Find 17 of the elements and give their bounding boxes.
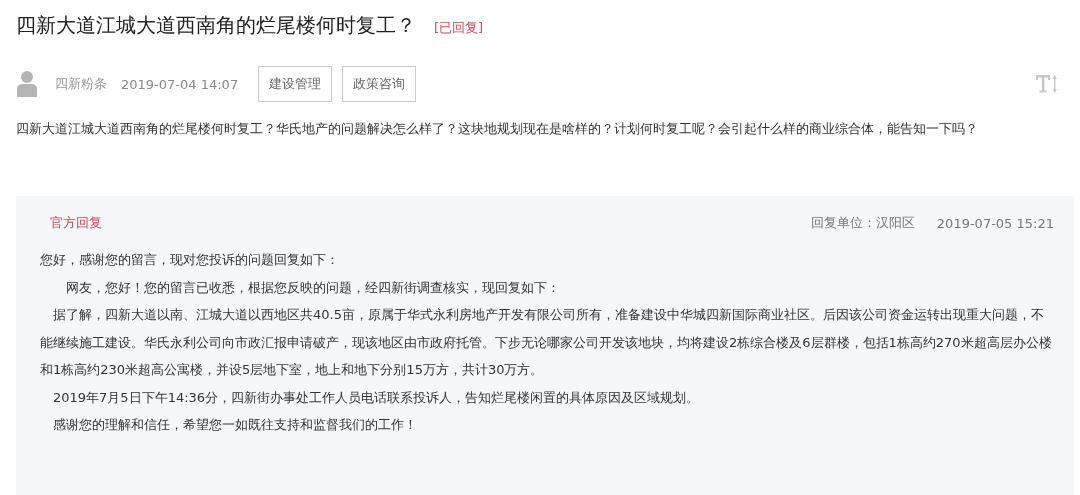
font-size-icon[interactable]: [1036, 74, 1058, 94]
reply-unit: 回复单位：汉阳区: [810, 214, 915, 232]
reply-paragraph: 感谢您的理解和信任，希望您一如既往支持和监督我们的工作！: [52, 416, 418, 434]
author-name: 四新粉条: [55, 75, 107, 93]
post-time: 2019-07-04 14:07: [121, 76, 239, 92]
reply-paragraph: 2019年7月5日下午14:36分，四新街办事处工作人员电话联系投诉人，告知烂尾楼闲置的具体原因及区域规划。: [52, 388, 701, 407]
reply-status: [已回复]: [434, 19, 484, 37]
official-reply-label: 官方回复: [50, 214, 102, 232]
reply-paragraph: 您好，感谢您的留言，现对您投诉的问题回复如下：: [40, 251, 340, 269]
category-tag[interactable]: 建设管理: [258, 66, 333, 102]
question-text: 四新大道江城大道西南角的烂尾楼何时复工？华氏地产的问题解决怎么样了？这块地规划现在是啥样的？计划何时复工呢？会引起什么样的商业综合体，能告知一下吗？: [16, 120, 979, 138]
reply-paragraph: 据了解，四新大道以南、江城大道以西地区共40.5亩，原属于华式永利房地产开发有限公司所有，准备建设中华城四新国际商业社区。后因该公司资金运转出现重大问题，不能继续施工建设。华氏永利公司向市政汇报申请破产，现该地区由市政府托管。下步无论哪家公司开发该地块，均将建设2栋综合楼及6层群楼，包括1栋高约270米超高层办公楼和1栋高约230米超高公寓楼，并设5层地下室，地上和地下分别15万方，共计30万方。: [40, 306, 1053, 379]
reply-time: 2019-07-05 15:21: [936, 215, 1054, 231]
question-title: 四新大道江城大道西南角的烂尾楼何时复工？: [16, 12, 416, 39]
category-tag[interactable]: 政策咨询: [342, 66, 417, 102]
avatar-icon: [17, 71, 37, 97]
reply-paragraph: 网友，您好！您的留言已收悉，根据您反映的问题，经四新街调查核实，现回复如下：: [65, 278, 561, 297]
